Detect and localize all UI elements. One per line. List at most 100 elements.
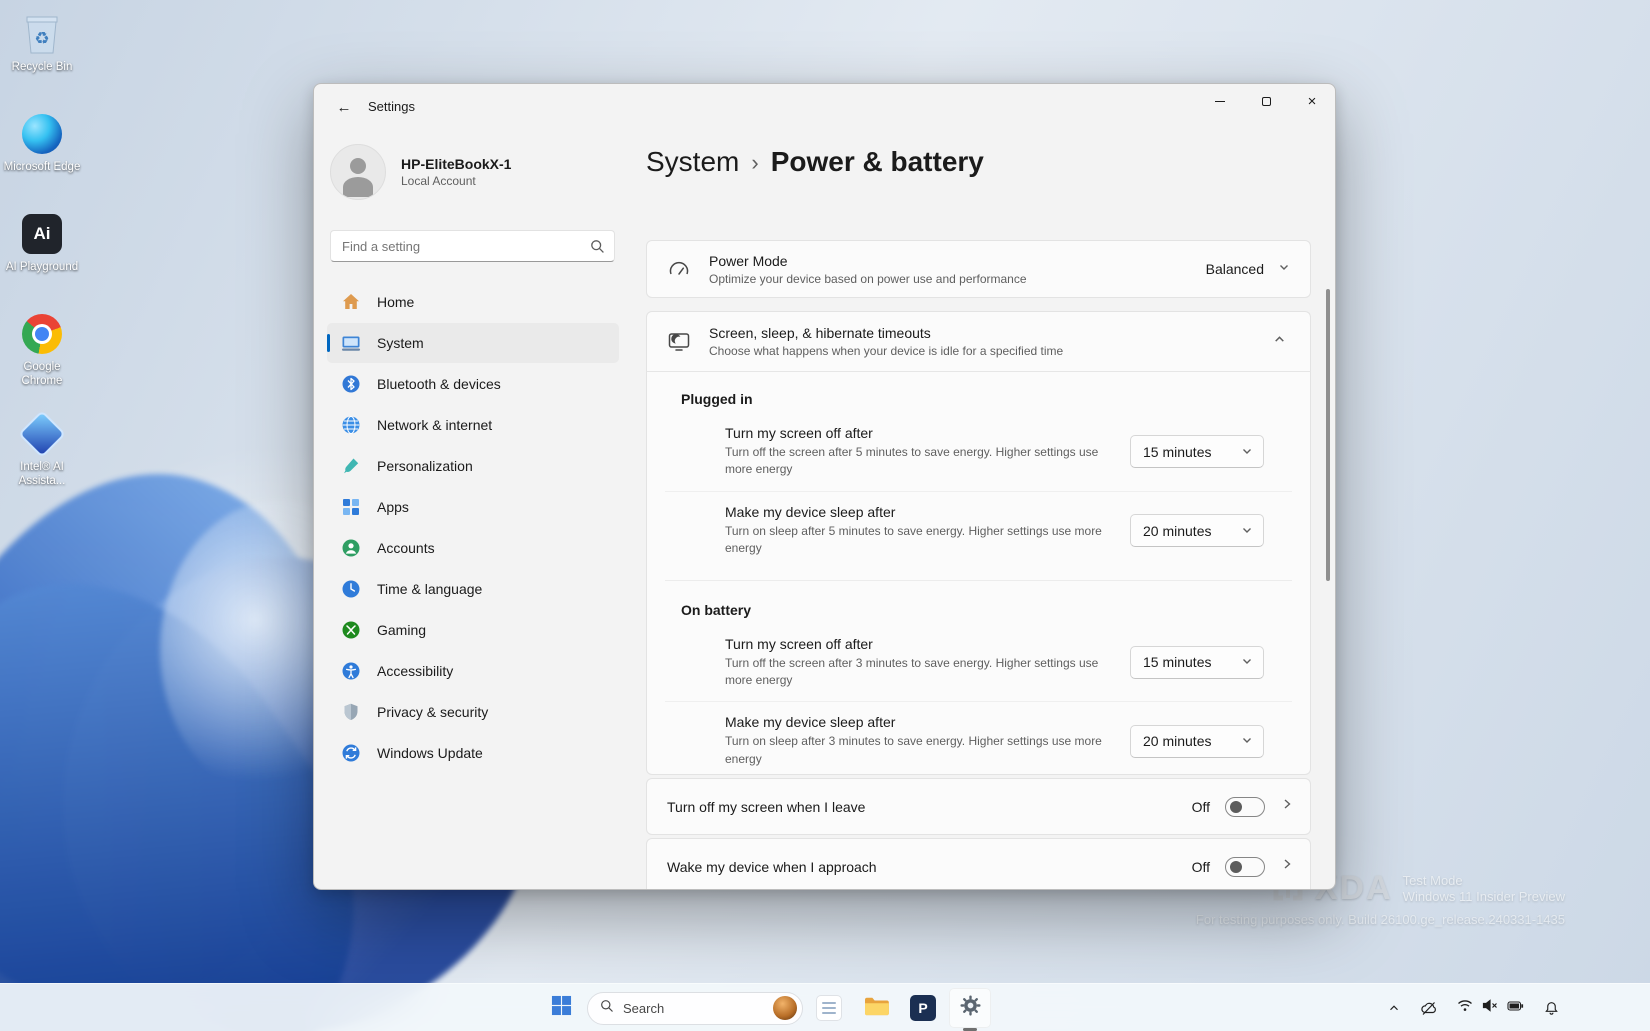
settings-search-input[interactable] [331,231,614,261]
xbox-icon [341,620,361,640]
volume-mute-icon [1482,999,1498,1017]
dropdown-value: 15 minutes [1143,654,1211,670]
toggle-state-label: Off [1192,799,1210,815]
ai-playground-icon: Ai [22,210,62,258]
screen-off-when-leave-toggle[interactable] [1225,797,1265,817]
sidebar-item-home[interactable]: Home [327,282,619,322]
sidebar-item-accounts[interactable]: Accounts [327,528,619,568]
power-mode-dropdown[interactable]: Balanced [1206,260,1290,278]
pinned-app-button-1[interactable] [808,988,850,1028]
sidebar-item-label: Network & internet [377,417,492,433]
on-battery-sleep-dropdown[interactable]: 20 minutes [1130,725,1264,758]
sidebar-item-label: System [377,335,424,351]
brush-icon [341,456,361,476]
desktop-icon-intel-ai-assistant[interactable]: Intel® AI Assista... [0,406,84,506]
desktop-icon-edge[interactable]: Microsoft Edge [0,106,84,206]
accessibility-icon [341,661,361,681]
dropdown-value: 15 minutes [1143,444,1211,460]
wifi-icon [1457,999,1473,1017]
account-type: Local Account [401,174,511,188]
gear-icon [959,994,982,1022]
close-button[interactable]: × [1289,84,1335,118]
chevron-right-icon[interactable] [1280,857,1294,876]
chevron-right-icon[interactable] [1280,797,1294,816]
timeouts-expander-header[interactable]: Screen, sleep, & hibernate timeouts Choo… [646,311,1311,371]
sidebar-item-label: Personalization [377,458,473,474]
sidebar-item-network-internet[interactable]: Network & internet [327,405,619,445]
on-battery-screen-off-dropdown[interactable]: 15 minutes [1130,646,1264,679]
settings-search[interactable] [330,230,615,262]
wake-on-approach-row[interactable]: Wake my device when I approach Off [646,838,1311,890]
power-mode-value: Balanced [1206,261,1264,277]
close-icon: × [1308,94,1317,109]
dropdown-value: 20 minutes [1143,523,1211,539]
sidebar-item-system[interactable]: System [327,323,619,363]
file-explorer-icon [863,995,889,1022]
taskbar-search-label: Search [623,1001,764,1016]
sidebar-item-label: Accounts [377,540,435,556]
breadcrumb-system-link[interactable]: System [646,146,739,178]
breadcrumb-chevron-icon: › [751,148,758,176]
account-name: HP-EliteBookX-1 [401,156,511,172]
sidebar-item-windows-update[interactable]: Windows Update [327,733,619,773]
sidebar: HP-EliteBookX-1 Local Account Home [314,130,632,889]
sidebar-item-accessibility[interactable]: Accessibility [327,651,619,691]
test-mode-label: Test Mode [1403,873,1463,888]
sidebar-item-apps[interactable]: Apps [327,487,619,527]
file-explorer-button[interactable] [855,988,897,1028]
timeouts-title: Screen, sleep, & hibernate timeouts [709,325,1063,341]
chevron-up-icon[interactable] [1273,333,1290,351]
notifications-bell-icon[interactable] [1541,995,1562,1022]
scrollbar-thumb[interactable] [1326,289,1330,581]
start-button[interactable] [540,988,582,1028]
chevron-down-icon [1241,523,1253,539]
maximize-icon [1262,97,1271,106]
toggle-knob [1230,801,1242,813]
desktop-icon-ai-playground[interactable]: Ai AI Playground [0,206,84,306]
desktop-icon-column: ♻ Recycle Bin Microsoft Edge Ai AI Playg… [0,6,84,506]
avatar [330,144,386,200]
power-mode-title: Power Mode [709,253,1027,269]
update-arrows-icon [341,743,361,763]
pinned-app-p-button[interactable]: P [902,988,944,1028]
screen-sleep-icon [667,330,701,354]
network-volume-battery-flyout[interactable] [1453,993,1528,1023]
system-tray [1384,984,1562,1031]
window-title: Settings [368,99,415,114]
sidebar-item-bluetooth-devices[interactable]: Bluetooth & devices [327,364,619,404]
hidden-icons-chevron[interactable] [1384,995,1404,1021]
sidebar-item-gaming[interactable]: Gaming [327,610,619,650]
minimize-button[interactable] [1197,84,1243,118]
screen-off-when-leave-row[interactable]: Turn off my screen when I leave Off [646,778,1311,835]
sidebar-item-privacy-security[interactable]: Privacy & security [327,692,619,732]
chrome-icon [22,310,62,358]
back-button[interactable]: ← [328,92,360,122]
home-icon [341,292,361,312]
desktop-icon-recycle-bin[interactable]: ♻ Recycle Bin [0,6,84,106]
minimize-icon [1215,101,1225,102]
pinned-app-icon [816,995,842,1021]
taskbar-search[interactable]: Search [587,992,803,1025]
sidebar-item-personalization[interactable]: Personalization [327,446,619,486]
on-battery-sleep-row: Make my device sleep after Turn on sleep… [665,701,1292,775]
sidebar-item-label: Time & language [377,581,482,597]
sidebar-item-time-language[interactable]: Time & language [327,569,619,609]
toggle-knob [1230,861,1242,873]
desktop-icon-label: Recycle Bin [12,60,73,74]
windows-logo-icon [551,995,572,1021]
account-block[interactable]: HP-EliteBookX-1 Local Account [330,144,511,200]
plugged-in-screen-off-dropdown[interactable]: 15 minutes [1130,435,1264,468]
search-highlight-image [773,996,797,1020]
maximize-button[interactable] [1243,84,1289,118]
on-battery-screen-off-row: Turn my screen off after Turn off the sc… [665,624,1292,702]
sidebar-item-label: Gaming [377,622,426,638]
pinned-app-p-icon: P [910,995,936,1021]
search-icon [600,999,614,1018]
wake-on-approach-toggle[interactable] [1225,857,1265,877]
onedrive-paused-icon[interactable] [1417,995,1440,1022]
desktop-icon-chrome[interactable]: Google Chrome [0,306,84,406]
titlebar[interactable]: ← Settings × [314,84,1335,130]
insider-preview-label: Windows 11 Insider Preview [1403,889,1565,904]
plugged-in-sleep-dropdown[interactable]: 20 minutes [1130,514,1264,547]
settings-taskbar-button[interactable] [949,988,991,1028]
